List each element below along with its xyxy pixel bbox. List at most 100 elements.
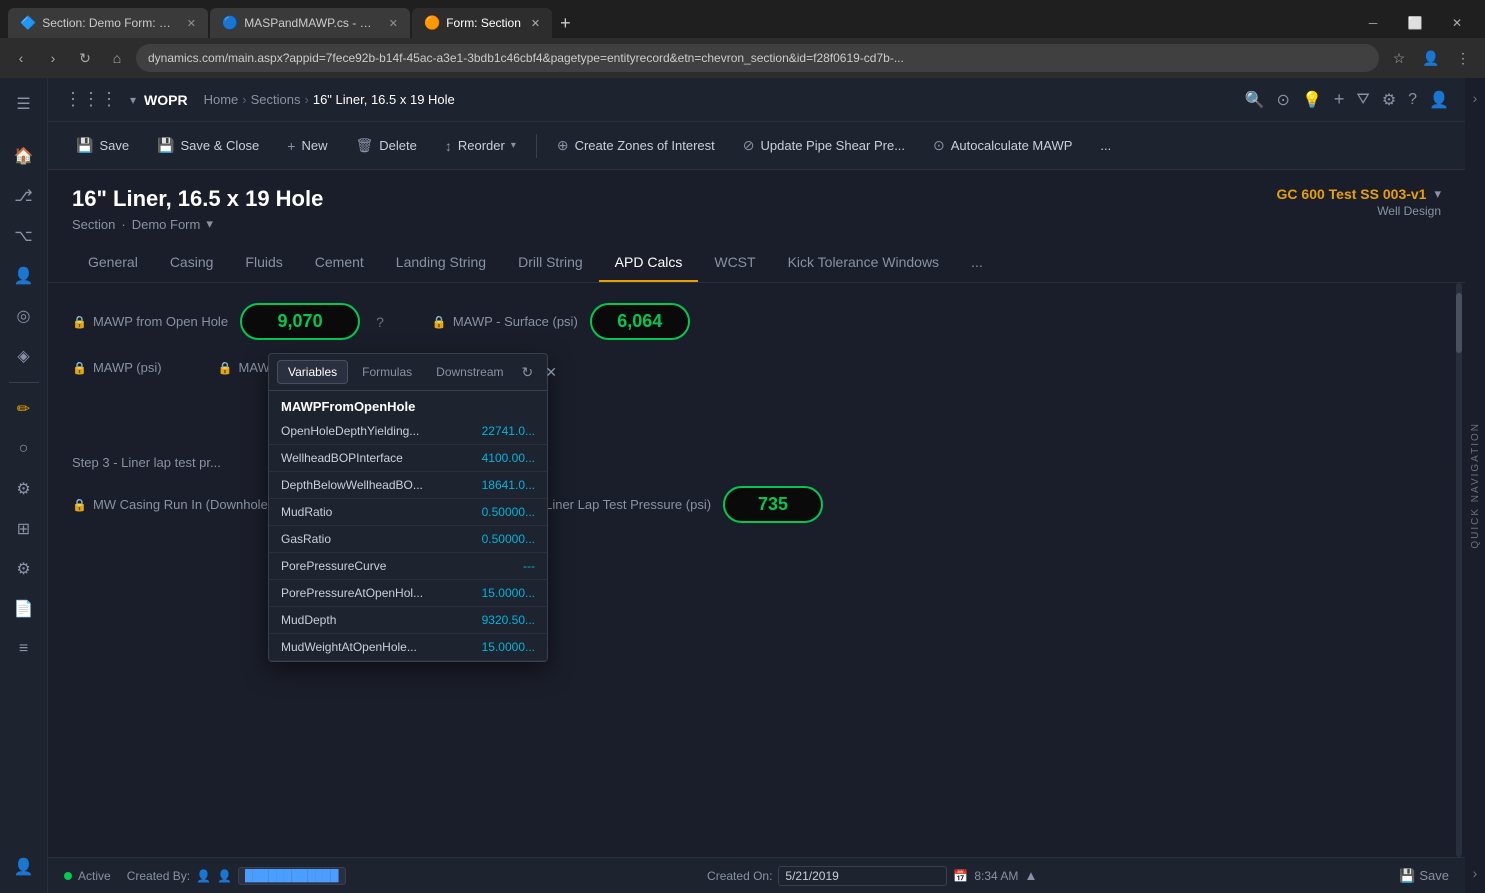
user-nav-icon[interactable]: 👤	[1429, 90, 1449, 110]
tab3-close[interactable]: ✕	[531, 17, 540, 30]
minimize-button[interactable]: ─	[1353, 9, 1393, 37]
sidebar-icon-diamond[interactable]: ◈	[6, 338, 42, 374]
calendar-icon[interactable]: 📅	[953, 869, 968, 883]
mawp-open-hole-value[interactable]: 9,070	[240, 303, 360, 340]
sidebar-icon-tree2[interactable]: ⌥	[6, 218, 42, 254]
create-zones-button[interactable]: ⊕ Create Zones of Interest	[545, 131, 727, 160]
quick-nav-down[interactable]: ›	[1473, 865, 1478, 881]
popup-row-8[interactable]: MudWeightAtOpenHole... 15.0000...	[269, 634, 547, 661]
tab2-close[interactable]: ✕	[389, 17, 398, 30]
sidebar-icon-pencil[interactable]: ✏	[6, 391, 42, 427]
lightbulb-nav-icon[interactable]: 💡	[1302, 90, 1322, 110]
scroll-track	[1456, 283, 1462, 857]
mawp-surface-value[interactable]: 6,064	[590, 303, 690, 340]
new-button[interactable]: + New	[275, 132, 339, 160]
date-input[interactable]	[778, 866, 947, 886]
home-button[interactable]: ⌂	[104, 45, 130, 71]
sidebar-icon-circle2[interactable]: ○	[6, 431, 42, 467]
popup-row-7[interactable]: MudDepth 9320.50...	[269, 607, 547, 634]
quick-nav-up[interactable]: ›	[1473, 90, 1478, 106]
sidebar-icon-settings[interactable]: ⚙	[6, 471, 42, 507]
popup-refresh-button[interactable]: ↻	[518, 362, 538, 383]
tab-landing-string[interactable]: Landing String	[380, 244, 502, 282]
save-button[interactable]: 💾 Save	[64, 131, 141, 160]
user-email: ████████████	[238, 867, 346, 885]
popup-row-3[interactable]: MudRatio 0.50000...	[269, 499, 547, 526]
popup-tab-downstream[interactable]: Downstream	[426, 361, 513, 383]
tab-wcst[interactable]: WCST	[698, 244, 771, 282]
sidebar-icon-settings2[interactable]: ⚙	[6, 551, 42, 587]
status-save-button[interactable]: 💾 Save	[1399, 868, 1449, 884]
browser-tab-2[interactable]: 🔵 MASPandMAWP.cs - Repos ✕	[210, 8, 410, 38]
update-pipe-button[interactable]: ⊘ Update Pipe Shear Pre...	[731, 131, 917, 160]
tab-general[interactable]: General	[72, 244, 154, 282]
sidebar-icon-user2[interactable]: 👤	[6, 849, 42, 885]
mawp-question-icon[interactable]: ?	[376, 314, 384, 330]
browser-tab-1[interactable]: 🔷 Section: Demo Form: 16" Liner, 1 ✕	[8, 8, 208, 38]
tab1-close[interactable]: ✕	[187, 17, 196, 30]
profile-button[interactable]: 👤	[1417, 44, 1445, 72]
popup-row-4[interactable]: GasRatio 0.50000...	[269, 526, 547, 553]
target-nav-icon[interactable]: ⊙	[1277, 90, 1290, 110]
settings-nav-icon[interactable]: ⚙	[1382, 90, 1396, 110]
menu-button[interactable]: ⋮	[1449, 44, 1477, 72]
back-button[interactable]: ‹	[8, 45, 34, 71]
popup-row-6[interactable]: PorePressureAtOpenHol... 15.0000...	[269, 580, 547, 607]
status-active: Active	[64, 869, 111, 883]
sidebar-icon-tree1[interactable]: ⎇	[6, 178, 42, 214]
sidebar-icon-grid[interactable]: ⊞	[6, 511, 42, 547]
popup-close-button[interactable]: ✕	[541, 362, 561, 383]
tab-drill-string[interactable]: Drill String	[502, 244, 599, 282]
popup-row-2[interactable]: DepthBelowWellheadBO... 18641.0...	[269, 472, 547, 499]
new-tab-button[interactable]: +	[554, 13, 577, 34]
delete-button[interactable]: 🗑 Delete	[343, 131, 428, 160]
reorder-button[interactable]: ↕ Reorder ▾	[433, 132, 528, 160]
refresh-button[interactable]: ↻	[72, 45, 98, 71]
search-nav-icon[interactable]: 🔍	[1245, 90, 1265, 110]
autocalculate-icon: ⊙	[933, 137, 945, 154]
page-meta-expand[interactable]: ▾	[1434, 186, 1441, 202]
popup-tab-formulas[interactable]: Formulas	[352, 361, 422, 383]
app-grid-icon[interactable]: ⋮⋮⋮	[64, 89, 118, 110]
sidebar-icon-list[interactable]: ≡	[6, 631, 42, 667]
sidebar-icon-doc[interactable]: 📄	[6, 591, 42, 627]
time-expand-button[interactable]: ▲	[1024, 868, 1037, 883]
sidebar-icon-home[interactable]: 🏠	[6, 138, 42, 174]
popup-row-1[interactable]: WellheadBOPInterface 4100.00...	[269, 445, 547, 472]
app-container: ☰ 🏠 ⎇ ⌥ 👤 ◎ ◈ ✏ ○ ⚙ ⊞ ⚙ 📄 ≡ 👤 ⋮⋮⋮ ▾ WOPR…	[0, 78, 1485, 893]
sidebar-icon-user[interactable]: 👤	[6, 258, 42, 294]
bookmark-button[interactable]: ☆	[1385, 44, 1413, 72]
address-input[interactable]	[136, 44, 1379, 72]
save-close-button[interactable]: 💾 Save & Close	[145, 131, 271, 160]
demo-form-link[interactable]: Demo Form	[132, 217, 201, 232]
tab-cement[interactable]: Cement	[299, 244, 380, 282]
popup-row-0[interactable]: OpenHoleDepthYielding... 22741.0...	[269, 418, 547, 445]
tab-apd-calcs[interactable]: APD Calcs	[599, 244, 699, 282]
popup-tab-variables[interactable]: Variables	[277, 360, 348, 384]
tab-fluids[interactable]: Fluids	[229, 244, 298, 282]
browser-tab-3[interactable]: 🟠 Form: Section ✕	[412, 8, 552, 38]
tab2-label: MASPandMAWP.cs - Repos	[244, 16, 379, 30]
popup-row-5[interactable]: PorePressureCurve ---	[269, 553, 547, 580]
sidebar-icon-menu[interactable]: ☰	[6, 86, 42, 122]
tab-more[interactable]: ...	[955, 244, 999, 282]
right-scrollbar[interactable]	[1453, 283, 1465, 857]
reorder-icon: ↕	[445, 138, 452, 154]
autocalculate-button[interactable]: ⊙ Autocalculate MAWP	[921, 131, 1084, 160]
tab-casing[interactable]: Casing	[154, 244, 230, 282]
update-pipe-icon: ⊘	[743, 137, 755, 154]
scroll-thumb[interactable]	[1456, 293, 1462, 353]
liner-lap-value[interactable]: 735	[723, 486, 823, 523]
forward-button[interactable]: ›	[40, 45, 66, 71]
sidebar-icon-circle[interactable]: ◎	[6, 298, 42, 334]
close-button[interactable]: ✕	[1437, 9, 1477, 37]
filter-nav-icon[interactable]: ⛛	[1356, 91, 1369, 109]
tab-kick-tolerance[interactable]: Kick Tolerance Windows	[772, 244, 955, 282]
breadcrumb-home[interactable]: Home	[204, 92, 239, 107]
nav-dropdown-arrow[interactable]: ▾	[130, 93, 136, 107]
more-button[interactable]: ...	[1088, 132, 1123, 159]
maximize-button[interactable]: ⬜	[1395, 9, 1435, 37]
plus-nav-icon[interactable]: +	[1334, 89, 1345, 110]
help-nav-icon[interactable]: ?	[1408, 91, 1417, 109]
breadcrumb-sections[interactable]: Sections	[251, 92, 301, 107]
